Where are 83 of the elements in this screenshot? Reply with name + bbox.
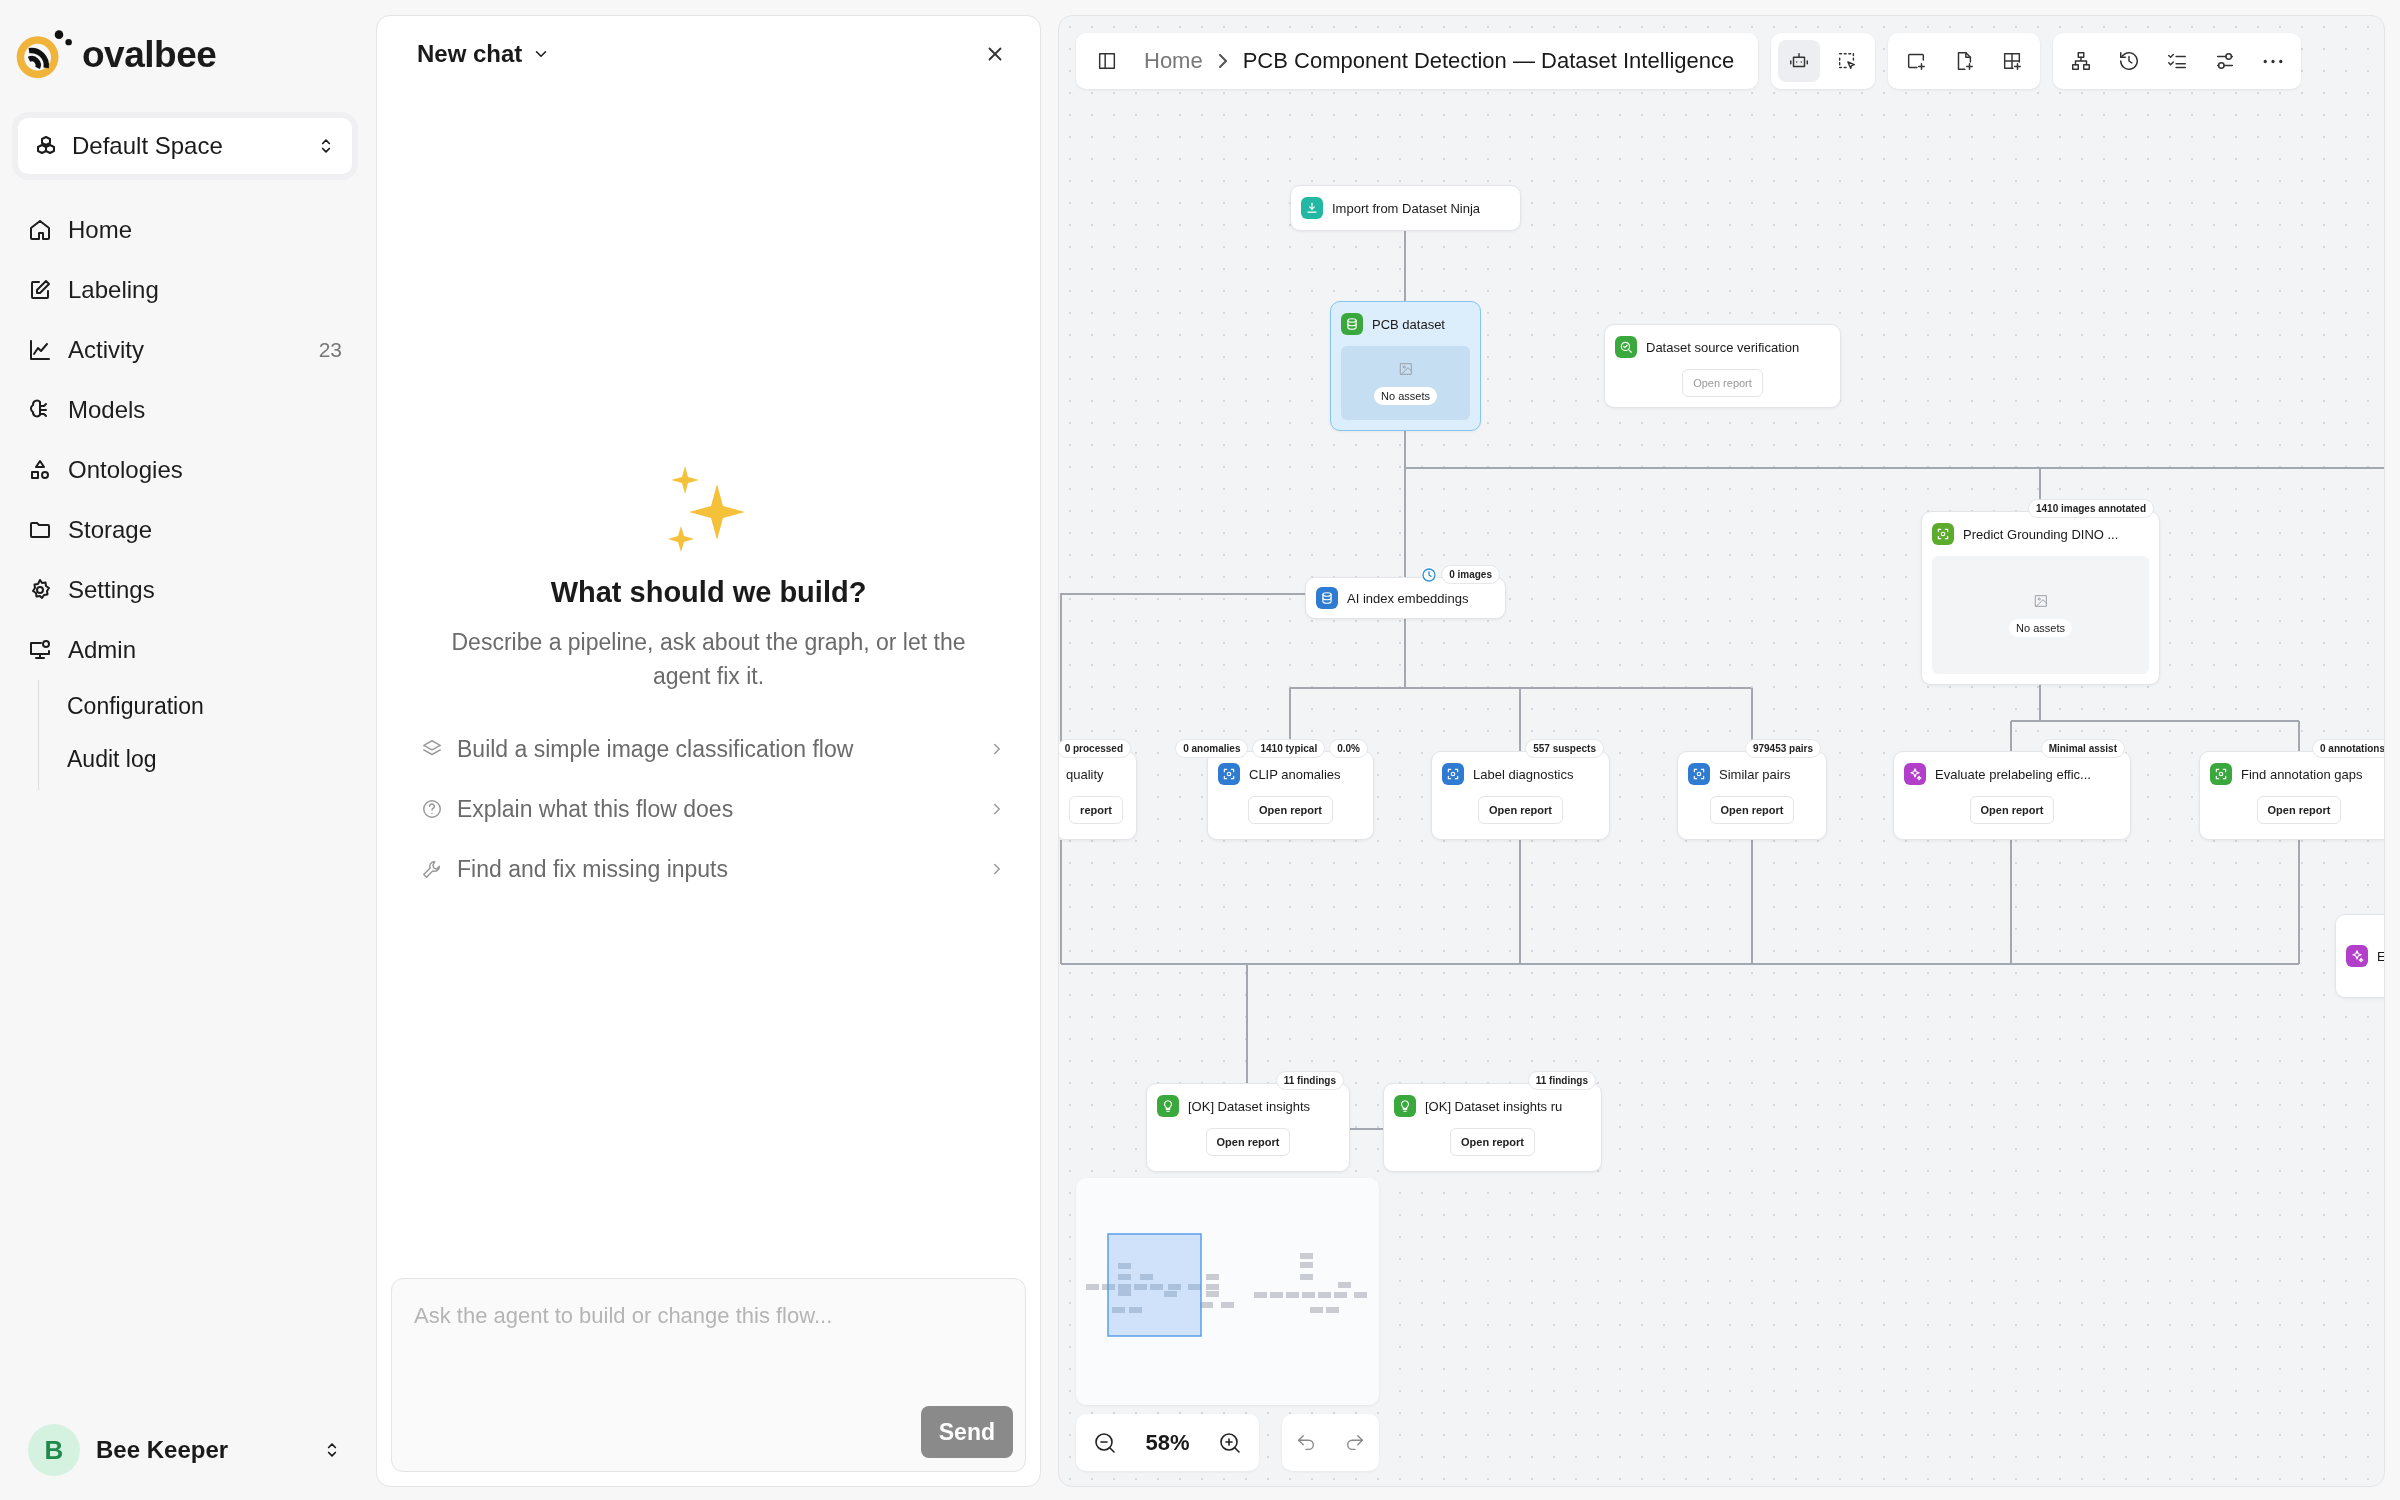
connector-line [1349,1128,1384,1130]
more-icon [2263,58,2284,64]
sidebar-item[interactable]: Labeling [18,260,352,320]
status-badge: Minimal assist [2040,739,2125,758]
status-badge: 1410 typical [1252,739,1326,758]
open-report-button[interactable]: Open report [1450,1128,1535,1156]
status-badge: 0 processed [1059,739,1131,758]
node-title: [OK] Dataset insights ru [1425,1098,1563,1114]
zoom-level: 58% [1145,1429,1190,1456]
pencil-icon [28,278,52,302]
empty-label: No assets [2009,619,2072,637]
node-title: Predict Grounding DINO ... [1963,526,2119,542]
chat-title-dropdown[interactable]: New chat [417,40,551,68]
chevron-right-icon [1218,54,1227,68]
sidebar-item[interactable]: Ontologies [18,440,352,500]
empty-state-heading: What should we build? [550,576,867,609]
shapes-icon [28,458,52,482]
node-title: Label diagnostics [1473,766,1574,782]
status-badge: 0 images [1441,565,1500,584]
image-icon [1397,361,1414,377]
wrench-icon [421,858,443,880]
zoom-in-icon [1218,1430,1242,1455]
status-badge: 979453 pairs [1744,739,1821,758]
status-badge: 11 findings [1527,1071,1596,1090]
open-report-button[interactable]: report [1069,796,1123,824]
status-badge: 1410 images annotated [2027,499,2154,518]
open-report-button[interactable]: Open report [1205,1128,1291,1156]
chart-icon [28,338,52,362]
sidebar-item[interactable]: Models [18,380,352,440]
suggestion-item[interactable]: Explain what this flow does [421,779,1006,839]
connector-line [1404,230,1406,302]
sidebar-subitem[interactable]: Audit log [39,733,352,786]
brand-name: ovalbee [82,34,217,76]
node-card[interactable]: Import from Dataset Ninja [1290,185,1521,231]
open-report-button[interactable]: Open report [1248,796,1333,824]
empty-label: No assets [1374,387,1437,405]
node-title: PCB dataset [1372,316,1445,332]
sidebar-item[interactable]: Admin [18,620,352,680]
help-icon [421,798,443,820]
node-title: Find annotation gaps [2241,766,2363,782]
node-title: Similar pairs [1719,766,1791,782]
status-badge: 557 suspects [1525,739,1604,758]
clock-icon [1421,566,1438,583]
node-title: CLIP anomalies [1249,766,1341,782]
add-grid-icon [2001,50,2024,72]
node-title: Evaluate prelabeling effic... [1935,766,2091,782]
open-report-button[interactable]: Open report [1709,796,1795,824]
user-menu[interactable]: B Bee Keeper [18,1422,352,1478]
sidebar-subitem[interactable]: Configuration [39,680,352,733]
open-report-button[interactable]: Open report [1969,796,2055,824]
sidebar-item[interactable]: Storage [18,500,352,560]
open-report-button[interactable]: Open report [2256,796,2342,824]
sidebar-item[interactable]: Home [18,200,352,260]
node-title: Dataset source verification [1646,339,1800,355]
node-card[interactable]: Evaluate prelabeling effic... Open report [1893,751,2131,840]
breadcrumb-item[interactable]: PCB Component Detection — Dataset Intelligence [1242,48,1735,74]
status-badge: 0 annotations [2312,739,2384,758]
node-card[interactable]: PCB dataset No assets [1330,301,1481,431]
image-icon [2032,593,2049,609]
sidebar-item[interactable]: Activity 23 [18,320,352,380]
status-badge: 0 anomalies [1175,739,1249,758]
breadcrumb-item[interactable]: Home [1144,48,1203,74]
status-badge: 0.0% [1329,739,1368,758]
item-count: 23 [318,338,342,362]
empty-state-description: Describe a pipeline, ask about the graph, or let the agent fix it. [450,628,967,691]
node-title: AI index embeddings [1347,590,1469,606]
monitor-icon [28,638,52,662]
avatar: B [28,1424,80,1476]
node-title: quality [1066,766,1104,782]
node-card[interactable]: Find annotation gaps Open report [2199,751,2384,840]
open-report-button[interactable]: Open report [1478,796,1563,824]
suggestion-item[interactable]: Build a simple image classification flow [421,719,1006,779]
sidebar-toggle-icon [1096,50,1118,72]
node-title: [OK] Dataset insights [1188,1098,1311,1114]
zoom-out-icon [1093,1430,1117,1455]
sidebar-item[interactable]: Settings [18,560,352,620]
hierarchy-icon [2070,50,2093,72]
status-badge: 11 findings [1275,1071,1344,1090]
home-icon [28,218,52,242]
node-title: Import from Dataset Ninja [1332,200,1481,216]
suggestion-item[interactable]: Find and fix missing inputs [421,839,1006,899]
history-icon [2118,50,2141,72]
toolbar-button[interactable] [1778,40,1821,82]
